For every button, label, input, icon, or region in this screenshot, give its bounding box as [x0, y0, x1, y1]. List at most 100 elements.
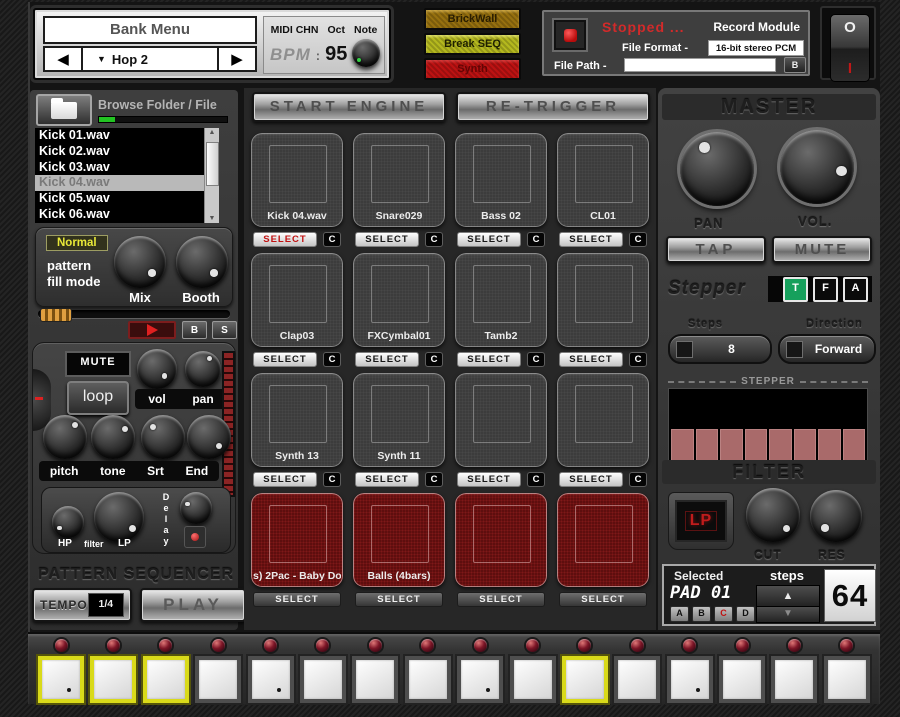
- file-item[interactable]: Kick 04.wav: [35, 175, 204, 191]
- loop-pan-knob[interactable]: [185, 351, 221, 387]
- pad-select-button[interactable]: SELECT: [253, 232, 317, 247]
- pitch-knob[interactable]: [43, 415, 87, 459]
- drum-pad[interactable]: [557, 493, 649, 587]
- step-button[interactable]: [719, 656, 765, 703]
- end-knob[interactable]: [187, 415, 231, 459]
- drum-pad[interactable]: Snare029: [353, 133, 445, 227]
- pad-c-button[interactable]: C: [323, 352, 341, 367]
- step-button[interactable]: [352, 656, 398, 703]
- drum-pad[interactable]: [557, 373, 649, 467]
- direction-select[interactable]: Forward: [778, 334, 876, 364]
- drum-pad[interactable]: [455, 493, 547, 587]
- pad-select-button[interactable]: SELECT: [355, 352, 419, 367]
- pad-c-button[interactable]: C: [425, 232, 443, 247]
- b-transport-button[interactable]: B: [182, 321, 207, 339]
- step-button[interactable]: [667, 656, 713, 703]
- step-button[interactable]: [38, 656, 84, 703]
- pad-c-button[interactable]: C: [425, 472, 443, 487]
- drum-pad[interactable]: [455, 373, 547, 467]
- file-item[interactable]: Kick 03.wav: [35, 160, 204, 176]
- pad-select-button[interactable]: SELECT: [253, 472, 317, 487]
- bank-prev-button[interactable]: ◀: [45, 48, 83, 70]
- loop-play-button[interactable]: [128, 321, 176, 339]
- master-pan-knob[interactable]: [680, 132, 754, 206]
- file-item[interactable]: Kick 02.wav: [35, 144, 204, 160]
- delay-knob[interactable]: [180, 492, 212, 524]
- bpm-knob[interactable]: [352, 39, 380, 67]
- pad-c-button[interactable]: C: [629, 232, 647, 247]
- drum-pad[interactable]: Synth 11: [353, 373, 445, 467]
- step-button[interactable]: [771, 656, 817, 703]
- start-engine-button[interactable]: START ENGINE: [252, 92, 446, 122]
- pad-c-button[interactable]: C: [527, 232, 545, 247]
- step-button[interactable]: [824, 656, 870, 703]
- scroll-down-icon[interactable]: ▼: [205, 215, 219, 222]
- steps-select-button[interactable]: [676, 341, 693, 358]
- record-button[interactable]: [552, 18, 588, 52]
- pad-bank-button-a[interactable]: A: [670, 606, 689, 622]
- tempo-control[interactable]: TEMPO 1/4: [32, 588, 132, 622]
- browse-path-button[interactable]: B: [784, 57, 806, 73]
- pad-bank-button-b[interactable]: B: [692, 606, 711, 622]
- direction-select-button[interactable]: [786, 341, 803, 358]
- pad-select-button[interactable]: SELECT: [457, 352, 521, 367]
- tone-knob[interactable]: [91, 415, 135, 459]
- delay-on-button[interactable]: [184, 526, 206, 548]
- drum-pad[interactable]: Clap03: [251, 253, 343, 347]
- step-button[interactable]: [90, 656, 136, 703]
- drum-pad[interactable]: Kick 04.wav: [251, 133, 343, 227]
- master-mute-button[interactable]: MUTE: [772, 236, 872, 263]
- drum-pad[interactable]: Balls (4bars): [353, 493, 445, 587]
- loop-vol-knob[interactable]: [137, 349, 177, 389]
- bpm-value[interactable]: 95: [325, 43, 347, 66]
- filter-mode-button[interactable]: LP: [668, 492, 734, 550]
- pad-c-button[interactable]: C: [629, 352, 647, 367]
- power-rocker[interactable]: O I: [830, 14, 870, 82]
- re-trigger-button[interactable]: RE-TRIGGER: [456, 92, 650, 122]
- break-seq-button[interactable]: Break SEQ: [424, 33, 521, 55]
- drum-pad[interactable]: [557, 253, 649, 347]
- drum-pad[interactable]: Bass 02: [455, 133, 547, 227]
- stepper-toggle-a[interactable]: A: [843, 277, 868, 302]
- steps-decrement-button[interactable]: ▼: [756, 606, 820, 623]
- pattern-play-button[interactable]: PLAY: [140, 588, 246, 622]
- bank-next-button[interactable]: ▶: [217, 48, 255, 70]
- lp-knob[interactable]: [94, 492, 144, 542]
- start-knob[interactable]: [141, 415, 185, 459]
- pad-select-button[interactable]: SELECT: [457, 472, 521, 487]
- pad-select-button[interactable]: SELECT: [559, 352, 623, 367]
- filter-res-knob[interactable]: [810, 490, 862, 542]
- drum-pad[interactable]: Tamb2: [455, 253, 547, 347]
- pad-select-button[interactable]: SELECT: [355, 472, 419, 487]
- pad-select-button[interactable]: SELECT: [355, 592, 443, 607]
- drum-pad[interactable]: s) 2Pac - Baby Dont: [251, 493, 343, 587]
- s-transport-button[interactable]: S: [212, 321, 237, 339]
- step-button[interactable]: [614, 656, 660, 703]
- master-vol-knob[interactable]: [780, 130, 854, 204]
- step-button[interactable]: [562, 656, 608, 703]
- step-button[interactable]: [248, 656, 294, 703]
- stepper-toggle-f[interactable]: F: [813, 277, 838, 302]
- bank-menu-button[interactable]: Bank Menu: [43, 16, 257, 44]
- file-list-scrollbar[interactable]: ▲ ▼: [204, 128, 219, 223]
- pad-select-button[interactable]: SELECT: [559, 592, 647, 607]
- file-item[interactable]: Kick 05.wav: [35, 191, 204, 207]
- scroll-up-icon[interactable]: ▲: [205, 129, 219, 136]
- pad-select-button[interactable]: SELECT: [559, 472, 623, 487]
- bank-select[interactable]: ▼ Hop 2: [83, 52, 217, 67]
- file-item[interactable]: Kick 06.wav: [35, 207, 204, 223]
- pattern-slider-handle[interactable]: [40, 308, 72, 322]
- file-item[interactable]: Kick 01.wav: [35, 128, 204, 144]
- pad-bank-button-c[interactable]: C: [714, 606, 733, 622]
- pad-c-button[interactable]: C: [527, 472, 545, 487]
- loop-toggle-button[interactable]: loop: [67, 381, 129, 415]
- scrollbar-thumb[interactable]: [206, 142, 219, 186]
- file-path-input[interactable]: [624, 58, 776, 72]
- pad-select-button[interactable]: SELECT: [457, 232, 521, 247]
- hp-knob[interactable]: [52, 506, 84, 538]
- step-button[interactable]: [510, 656, 556, 703]
- synth-button[interactable]: Synth: [424, 58, 521, 80]
- pad-select-button[interactable]: SELECT: [355, 232, 419, 247]
- mix-knob[interactable]: [114, 236, 166, 288]
- steps-select[interactable]: 8: [668, 334, 772, 364]
